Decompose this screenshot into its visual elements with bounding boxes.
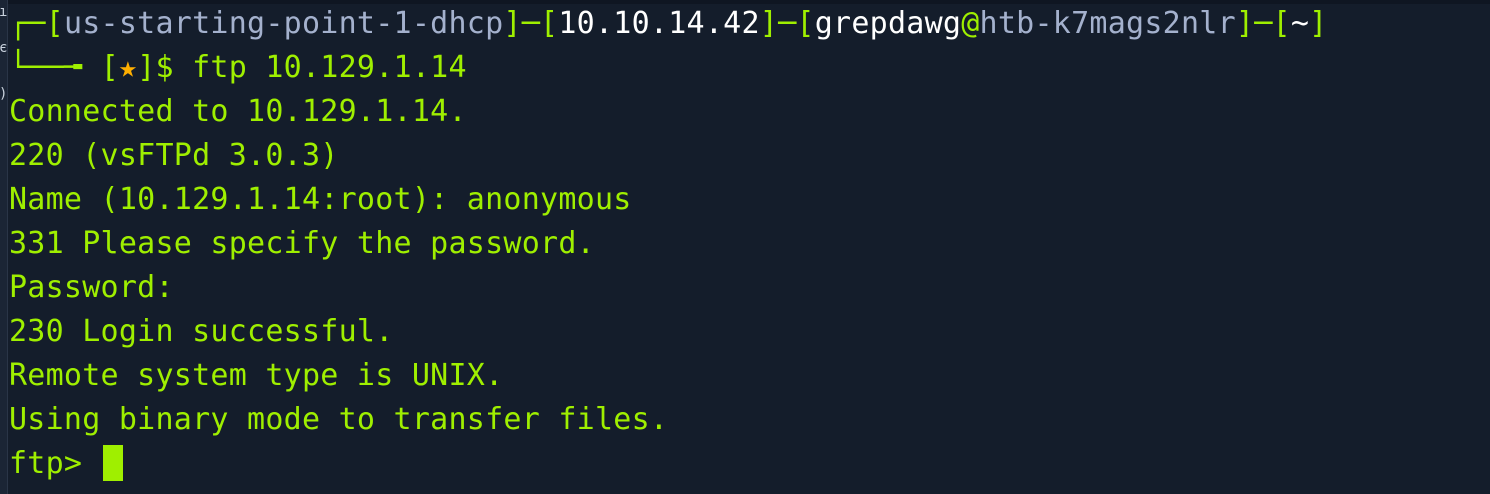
entered-command: ftp 10.129.1.14 (192, 50, 467, 85)
text-cursor[interactable] (102, 445, 123, 481)
left-window-edge: ı є ) (0, 0, 8, 494)
output-line: Password: (9, 270, 174, 305)
current-directory: ~ (1290, 6, 1310, 41)
output-line: 331 Please specify the password. (9, 226, 595, 261)
edge-glyph: ) (0, 86, 7, 102)
output-line: Connected to 10.129.1.14. (9, 94, 467, 129)
star-icon: ★ (118, 50, 138, 85)
host-tag: us-starting-point-1-dhcp (63, 6, 504, 41)
edge-glyph: є (0, 40, 8, 56)
output-line: Name (10.129.1.14:root): anonymous (9, 182, 632, 217)
output-line: 220 (vsFTPd 3.0.3) (9, 138, 339, 173)
ip-address: 10.10.14.42 (558, 6, 760, 41)
prompt-line-command: └──╼ [★]$ ftp 10.129.1.14 (9, 50, 467, 85)
ftp-prompt: ftp> (9, 446, 101, 481)
ftp-prompt-line[interactable]: ftp> (9, 442, 123, 486)
output-line: Remote system type is UNIX. (9, 358, 504, 393)
output-line: Using binary mode to transfer files. (9, 402, 669, 437)
edge-glyph: ı (0, 4, 8, 20)
hostname: htb-k7mags2nlr (979, 6, 1236, 41)
terminal-window[interactable]: ı є ) ┌─[us-starting-point-1-dhcp]─[10.1… (0, 0, 1490, 494)
username: grepdawg (814, 6, 962, 41)
prompt-line-top: ┌─[us-starting-point-1-dhcp]─[10.10.14.4… (9, 6, 1328, 41)
output-line: 230 Login successful. (9, 314, 394, 349)
